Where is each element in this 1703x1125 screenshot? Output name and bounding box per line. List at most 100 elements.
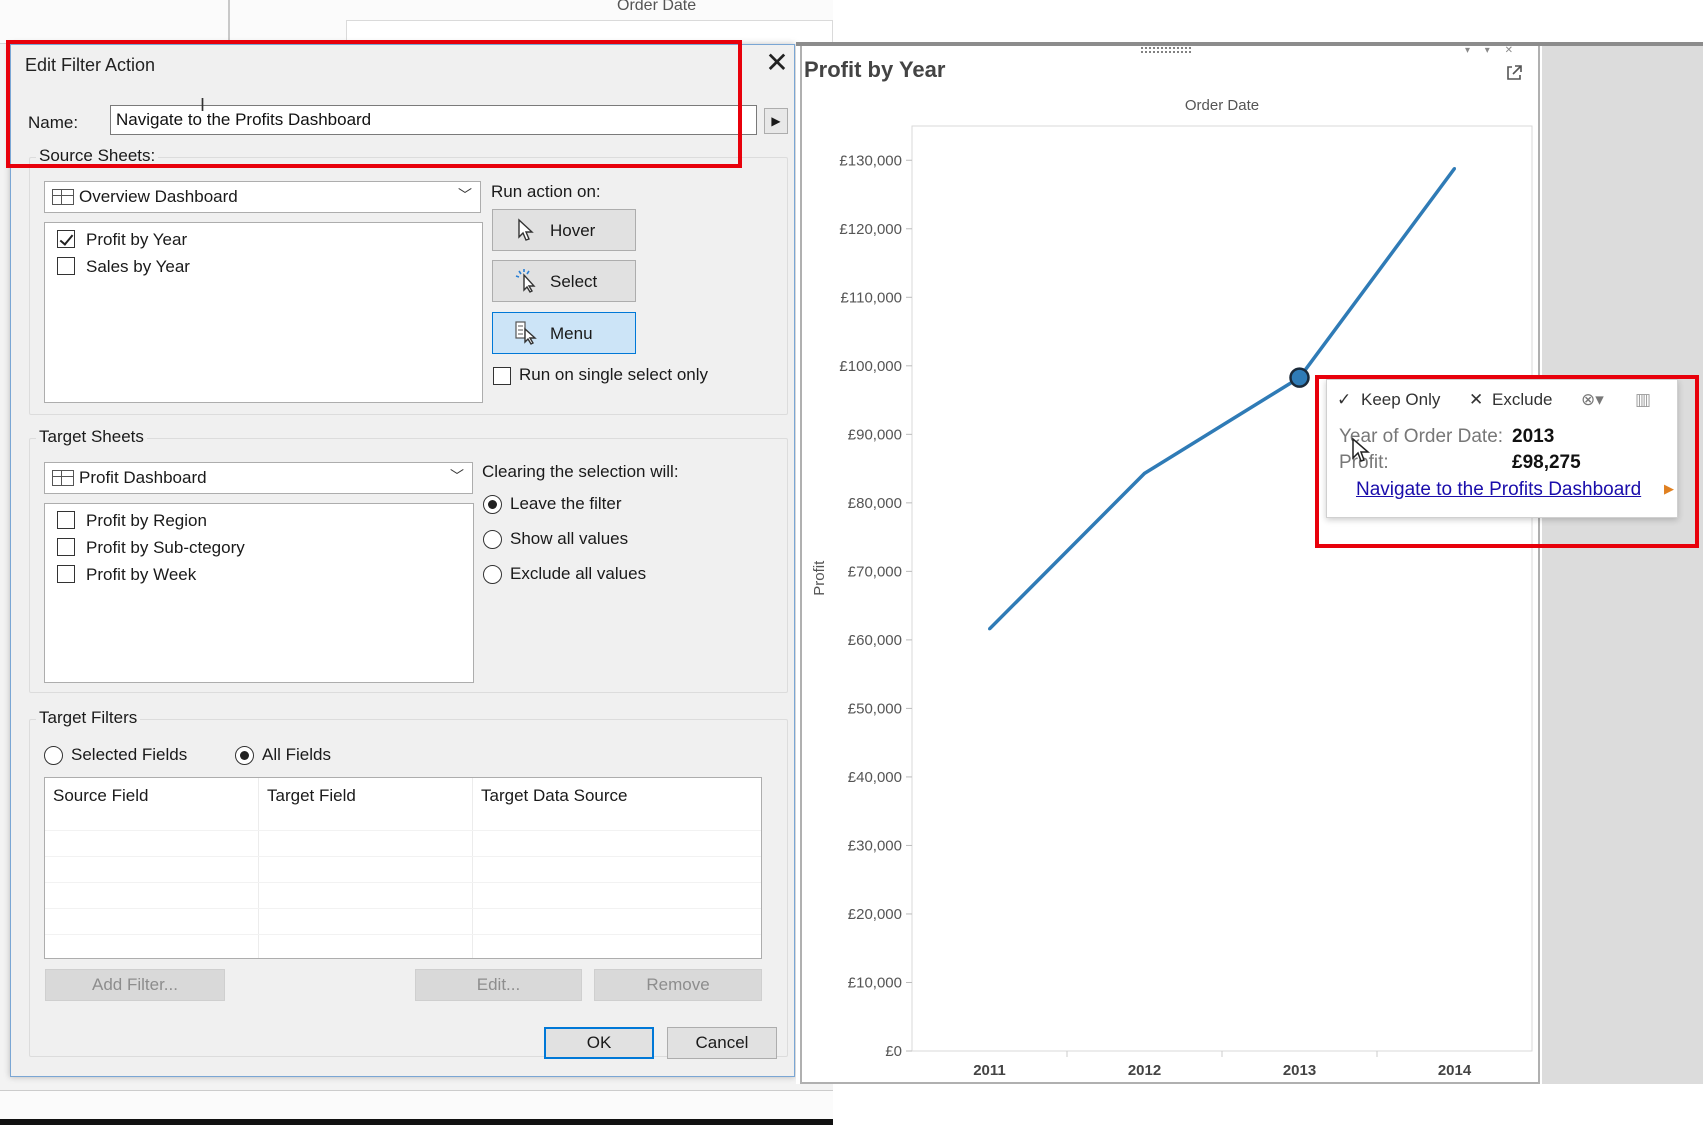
column-header-source-field: Source Field	[53, 786, 149, 805]
y-tick-label: £80,000	[848, 495, 902, 512]
chart-tooltip: ✓ Keep Only ✕ Exclude ⊗▾ ▥ Year of Order…	[1326, 379, 1678, 518]
y-tick-label: £120,000	[839, 221, 902, 238]
table-row-line	[45, 856, 761, 857]
radio-selected[interactable]	[235, 746, 254, 765]
navigate-action-link[interactable]: Navigate to the Profits Dashboard	[1356, 479, 1641, 501]
clearing-option-label: Show all values	[510, 529, 629, 548]
table-row-line	[45, 830, 761, 831]
checkbox-unchecked[interactable]	[57, 538, 75, 556]
source-sheet-item-label: Sales by Year	[86, 257, 190, 276]
target-sheet-dropdown[interactable]: Profit Dashboard ﹀	[44, 462, 473, 494]
external-link-icon[interactable]	[1505, 64, 1523, 82]
y-tick-label: £130,000	[839, 152, 902, 169]
menu-button[interactable]: Menu	[492, 312, 636, 354]
remove-button[interactable]: Remove	[594, 969, 762, 1001]
background-footer	[0, 1090, 833, 1125]
select-button[interactable]: Select	[492, 260, 636, 302]
target-sheets-label: Target Sheets	[36, 427, 147, 447]
edit-filter-action-dialog: Edit Filter Action ✕ Name: Navigate to t…	[10, 44, 795, 1077]
chart-title: Profit by Year	[804, 57, 946, 82]
dashboard-icon	[52, 470, 74, 486]
tooltip-year-value: 2013	[1512, 426, 1555, 447]
x-tick-label: 2012	[1128, 1062, 1161, 1079]
radio-unselected[interactable]	[483, 530, 502, 549]
cancel-button[interactable]: Cancel	[667, 1027, 777, 1059]
panel-controls-icon[interactable]: ▾ ▾ ✕	[1465, 45, 1519, 56]
close-icon[interactable]: ✕	[763, 49, 791, 79]
column-header-target-data-source: Target Data Source	[481, 786, 628, 805]
checkbox-unchecked[interactable]	[493, 367, 511, 385]
checkbox-unchecked[interactable]	[57, 565, 75, 583]
group-members-icon[interactable]: ⊗▾	[1581, 390, 1604, 410]
background-order-date-header: Order Date	[617, 0, 697, 14]
target-sheets-list: Profit by Region Profit by Sub-ctegory P…	[44, 503, 474, 683]
check-icon: ✓	[1337, 390, 1352, 409]
hover-button-label: Hover	[550, 221, 596, 240]
y-axis-title: Profit	[811, 560, 828, 596]
table-row-line	[45, 908, 761, 909]
close-icon: ✕	[1469, 390, 1484, 409]
checkbox-unchecked[interactable]	[57, 511, 75, 529]
chevron-down-icon: ﹀	[458, 187, 472, 203]
y-tick-label: £100,000	[839, 358, 902, 375]
y-tick-label: £90,000	[848, 426, 902, 443]
dashboard-gray-area	[1542, 44, 1703, 1084]
x-axis-title: Order Date	[1185, 97, 1259, 114]
clearing-option-label: Exclude all values	[510, 564, 647, 583]
target-filters-label: Target Filters	[36, 708, 141, 728]
source-sheet-item-label: Profit by Year	[86, 230, 188, 249]
screen: Order Date Edit Filter Action ✕ Name: Na…	[0, 0, 1703, 1125]
y-tick-label: £10,000	[848, 974, 902, 991]
ok-button[interactable]: OK	[544, 1027, 654, 1059]
y-tick-label: £20,000	[848, 906, 902, 923]
chevron-down-icon: ﹀	[450, 468, 464, 484]
y-tick-label: £0	[885, 1043, 902, 1060]
dashboard-icon	[52, 189, 74, 205]
radio-unselected[interactable]	[483, 565, 502, 584]
data-point	[1143, 471, 1146, 475]
y-tick-label: £70,000	[848, 563, 902, 580]
profit-line-chart: Order Date Profit £0 £10,000 £20,000 £30,000 £…	[811, 97, 1533, 1079]
click-pointer-icon	[515, 269, 536, 293]
radio-selected[interactable]	[483, 495, 502, 514]
table-row-line	[45, 934, 761, 935]
hover-button[interactable]: Hover	[492, 209, 636, 251]
keep-only-button[interactable]: Keep Only	[1361, 390, 1440, 410]
target-sheet-selected: Profit Dashboard	[79, 468, 207, 487]
table-row-line	[45, 882, 761, 883]
target-sheet-item-label: Profit by Week	[86, 565, 197, 584]
mouse-pointer-icon	[1352, 437, 1371, 462]
field-mapping-table[interactable]: Source Field Target Field Target Data So…	[44, 777, 762, 959]
radio-unselected[interactable]	[44, 746, 63, 765]
name-label: Name:	[28, 113, 79, 132]
background-header: Order Date	[0, 0, 833, 44]
add-filter-button[interactable]: Add Filter...	[45, 969, 225, 1001]
clearing-label: Clearing the selection will:	[482, 462, 679, 481]
checkbox-unchecked[interactable]	[57, 257, 75, 275]
y-tick-label: £40,000	[848, 769, 902, 786]
menu-pointer-icon	[515, 321, 537, 345]
pointer-icon	[518, 218, 534, 241]
taskbar-strip	[0, 1119, 833, 1125]
insert-field-arrow-button[interactable]: ▶	[764, 108, 788, 134]
x-tick-label: 2011	[973, 1062, 1006, 1079]
y-tick-label: £50,000	[848, 700, 902, 717]
clearing-option-label: Leave the filter	[510, 494, 622, 513]
background-panel	[346, 20, 833, 44]
column-header-target-field: Target Field	[267, 786, 356, 805]
y-tick-label: £60,000	[848, 632, 902, 649]
name-field[interactable]: Navigate to the Profits Dashboard	[110, 105, 757, 135]
exclude-button[interactable]: Exclude	[1492, 390, 1552, 410]
target-sheet-item-label: Profit by Region	[86, 511, 207, 530]
y-tick-label: £30,000	[848, 837, 902, 854]
selected-fields-label: Selected Fields	[71, 745, 188, 764]
view-data-icon[interactable]: ▥	[1635, 390, 1651, 410]
drag-handle-icon[interactable]	[1140, 46, 1192, 54]
all-fields-label: All Fields	[262, 745, 331, 764]
background-divider	[228, 0, 230, 44]
edit-button[interactable]: Edit...	[415, 969, 582, 1001]
text-cursor-icon: I	[200, 95, 206, 115]
caret-right-icon: ▶	[1664, 481, 1674, 496]
checkbox-checked[interactable]	[57, 230, 75, 248]
source-sheet-dropdown[interactable]: Overview Dashboard ﹀	[44, 181, 481, 213]
